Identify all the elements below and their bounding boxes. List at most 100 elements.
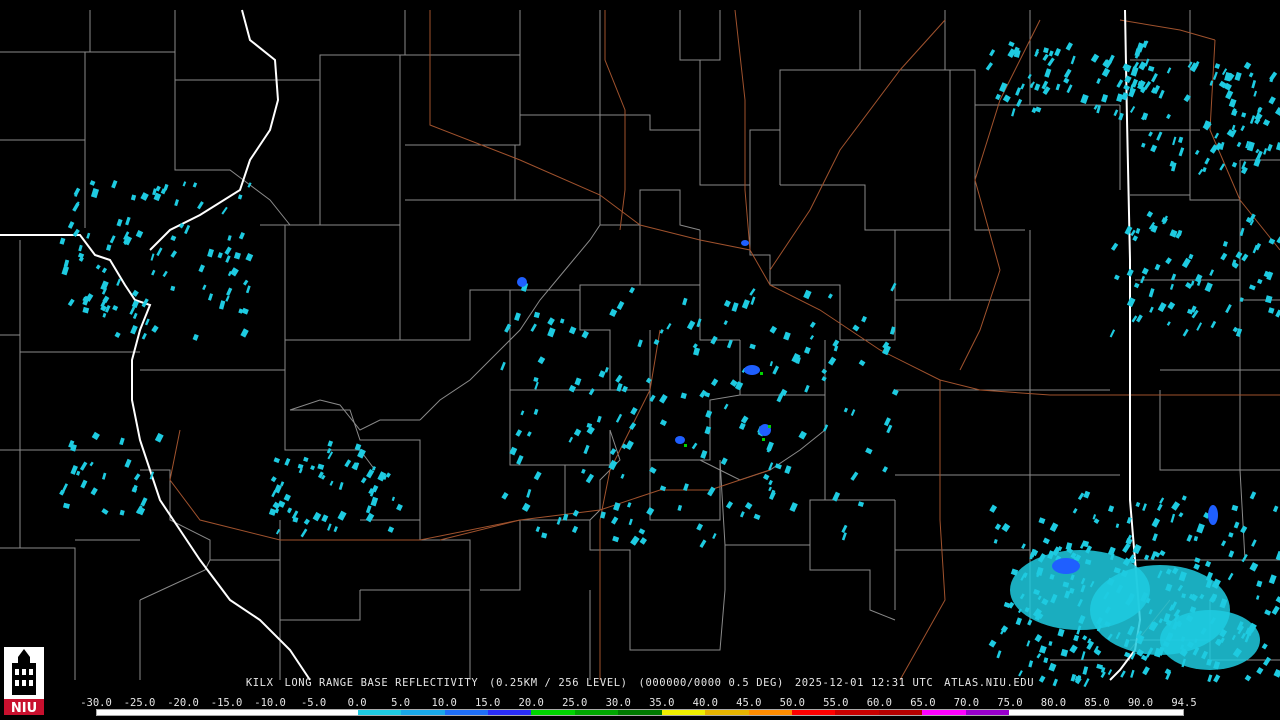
scale-label: 75.0 bbox=[997, 697, 1023, 709]
scale-swatch bbox=[661, 710, 706, 715]
echo-heavy bbox=[684, 444, 687, 447]
echo-streak bbox=[1116, 79, 1124, 88]
echo-streak bbox=[224, 246, 232, 255]
echo-streak bbox=[1263, 148, 1268, 155]
echo-streak bbox=[1090, 53, 1100, 63]
echo-streak bbox=[723, 299, 731, 308]
echo-streak bbox=[1204, 560, 1212, 568]
echo-streak bbox=[882, 466, 889, 473]
echo-streak bbox=[768, 486, 772, 492]
scale-swatch bbox=[574, 710, 619, 715]
echo-streak bbox=[1251, 539, 1257, 547]
echo-streak bbox=[1081, 651, 1086, 661]
echo-streak bbox=[1070, 55, 1076, 65]
echo-streak bbox=[273, 457, 281, 464]
echo-streak bbox=[1101, 94, 1109, 103]
echo-spot bbox=[744, 365, 760, 375]
echo-streak bbox=[989, 49, 996, 57]
echo-streak bbox=[225, 255, 231, 263]
echo-streak bbox=[1204, 157, 1210, 165]
echo-streak bbox=[769, 325, 778, 334]
echo-streak bbox=[774, 463, 782, 470]
scale-label: 94.5 bbox=[1171, 697, 1197, 709]
echo-streak bbox=[1026, 640, 1031, 647]
echo-streak bbox=[1256, 278, 1263, 285]
echo-streak bbox=[112, 305, 119, 311]
echo-streak bbox=[67, 221, 75, 229]
echo-heavy bbox=[768, 425, 771, 428]
echo-streak bbox=[731, 302, 739, 312]
echo-streak bbox=[696, 523, 704, 531]
echo-streak bbox=[151, 325, 159, 333]
scale-label: 90.0 bbox=[1127, 697, 1154, 709]
scale-label: 20.0 bbox=[518, 697, 544, 709]
echo-streak bbox=[659, 329, 664, 334]
scale-label: 25.0 bbox=[562, 697, 588, 709]
echo-streak bbox=[723, 403, 729, 410]
echo-streak bbox=[1204, 282, 1213, 293]
state-boundaries bbox=[0, 9, 1142, 681]
echo-streak bbox=[772, 365, 780, 375]
echo-streak bbox=[1185, 282, 1193, 289]
echo-streak bbox=[659, 419, 668, 427]
echo-streak bbox=[297, 463, 304, 470]
echo-streak bbox=[833, 345, 839, 352]
echo-streak bbox=[225, 295, 230, 302]
echo-streak bbox=[1109, 329, 1116, 338]
echo-streak bbox=[77, 252, 85, 259]
echo-streak bbox=[344, 459, 352, 468]
echo-streak bbox=[184, 224, 191, 235]
echo-streak bbox=[768, 479, 773, 486]
echo-streak bbox=[696, 318, 702, 328]
echo-streak bbox=[154, 432, 164, 443]
echo-streak bbox=[1077, 492, 1085, 501]
echo-streak bbox=[712, 533, 717, 540]
scale-swatch bbox=[965, 710, 1010, 715]
echo-streak bbox=[1243, 61, 1252, 70]
echo-streak bbox=[827, 293, 833, 299]
echo-streak bbox=[1151, 72, 1158, 83]
echo-streak bbox=[1248, 284, 1256, 291]
echo-streak bbox=[1034, 83, 1041, 91]
echo-streak bbox=[1048, 641, 1053, 646]
echo-streak bbox=[1231, 161, 1238, 168]
echo-streak bbox=[1220, 540, 1227, 547]
echo-streak bbox=[1036, 653, 1042, 659]
radar-echoes bbox=[59, 40, 1280, 688]
echo-streak bbox=[1135, 501, 1141, 508]
echo-streak bbox=[784, 465, 792, 475]
echo-streak bbox=[598, 370, 606, 378]
echo-streak bbox=[106, 244, 112, 251]
scale-label: 0.0 bbox=[347, 697, 367, 709]
echo-streak bbox=[1083, 490, 1091, 499]
echo-blob bbox=[1160, 610, 1260, 670]
echo-streak bbox=[1042, 53, 1049, 62]
echo-streak bbox=[783, 331, 791, 341]
echo-streak bbox=[385, 472, 391, 478]
echo-streak bbox=[725, 500, 734, 509]
echo-streak bbox=[1234, 71, 1242, 81]
echo-streak bbox=[150, 253, 155, 261]
echo-streak bbox=[1166, 321, 1171, 326]
echo-streak bbox=[1241, 253, 1249, 262]
echo-streak bbox=[1080, 94, 1089, 105]
echo-streak bbox=[1268, 574, 1277, 585]
echo-streak bbox=[129, 306, 136, 315]
caption-resolution: (0.25KM / 256 LEVEL) bbox=[489, 677, 628, 689]
echo-streak bbox=[857, 501, 865, 508]
echo-streak bbox=[573, 428, 582, 437]
echo-streak bbox=[62, 483, 69, 492]
echo-streak bbox=[124, 458, 132, 468]
scale-label: -25.0 bbox=[123, 697, 156, 709]
echo-streak bbox=[692, 343, 698, 349]
echo-streak bbox=[1015, 617, 1023, 626]
echo-streak bbox=[132, 312, 138, 320]
scale-swatch bbox=[835, 710, 879, 715]
echo-streak bbox=[989, 504, 998, 513]
echo-streak bbox=[1222, 241, 1228, 247]
echo-streak bbox=[520, 410, 525, 416]
echo-streak bbox=[769, 361, 774, 367]
scale-swatch bbox=[444, 710, 488, 715]
echo-streak bbox=[985, 62, 994, 71]
echo-streak bbox=[615, 374, 623, 383]
